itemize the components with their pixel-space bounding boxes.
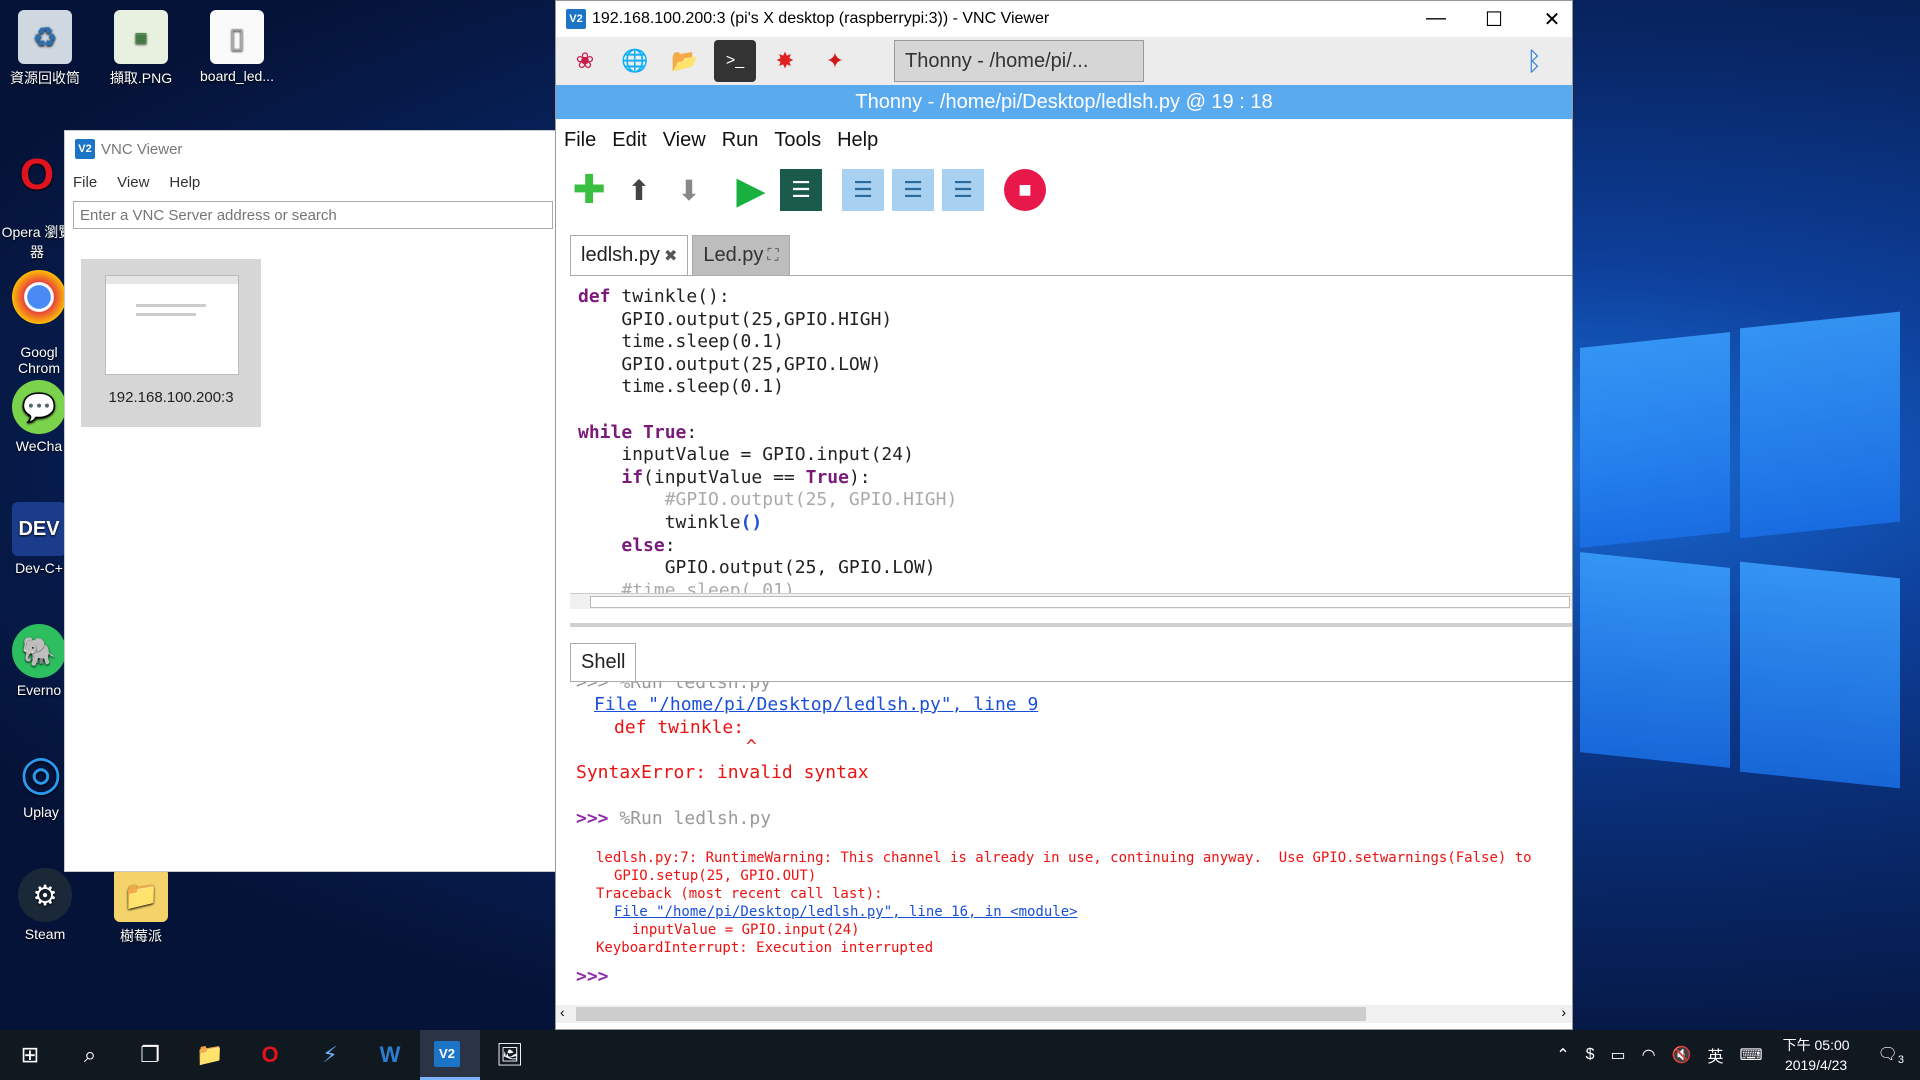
wifi-icon[interactable]: ◠ <box>1642 1045 1656 1065</box>
folder-icon: 📁 <box>114 868 168 922</box>
shell-console[interactable]: >>> %Run ledlsh.py File "/home/pi/Deskto… <box>570 681 1572 991</box>
vnc-viewer-taskbar-icon[interactable]: V2 <box>420 1030 480 1080</box>
wolfram-icon[interactable]: ✦ <box>814 40 856 82</box>
scroll-right-icon[interactable]: › <box>1561 1004 1566 1020</box>
new-file-icon[interactable]: ✚ <box>568 168 610 212</box>
thonny-menu-help[interactable]: Help <box>837 129 878 152</box>
ime-indicator[interactable]: 英 <box>1708 1043 1724 1067</box>
thonny-toolbar: ✚ ⬆ ⬇ ▶ ☰ ☰ ☰ ☰ ■ <box>568 168 1054 212</box>
pane-divider[interactable] <box>570 623 1572 627</box>
debug-icon[interactable]: ☰ <box>780 169 822 211</box>
word-icon[interactable]: W <box>360 1030 420 1080</box>
desktop-icon-board-led[interactable]: ▯ board_led... <box>194 10 280 84</box>
code-text: def twinkle(): GPIO.output(25,GPIO.HIGH)… <box>578 286 958 601</box>
tab-shell[interactable]: Shell <box>570 643 637 681</box>
network-app-icon[interactable]: ⚡ <box>300 1030 360 1080</box>
thonny-titlebar[interactable]: Thonny - /home/pi/Desktop/ledlsh.py @ 19… <box>556 85 1572 119</box>
file-manager-icon[interactable]: 📂 <box>664 40 706 82</box>
connection-thumbnail <box>105 275 239 375</box>
search-icon[interactable]: ⌕ <box>60 1030 120 1080</box>
raspberry-pi-taskbar: ❀ 🌐 📂 >_ ✸ ✦ Thonny - /home/pi/... ᛒ <box>556 37 1572 85</box>
tab-led-py[interactable]: Led.py ⛶ <box>692 235 790 275</box>
code-editor[interactable]: def twinkle(): GPIO.output(25,GPIO.HIGH)… <box>570 275 1572 609</box>
editor-tabs: ledlsh.py ✖ Led.py ⛶ <box>570 235 794 275</box>
vnc-logo-icon: V2 <box>75 139 95 159</box>
run-icon[interactable]: ▶ <box>730 169 772 212</box>
vnc-logo-icon: V2 <box>566 9 586 29</box>
desktop-icon-steam[interactable]: ⚙ Steam <box>2 868 88 942</box>
web-browser-icon[interactable]: 🌐 <box>614 40 656 82</box>
save-file-icon[interactable]: ⬇ <box>668 169 710 211</box>
file-explorer-icon[interactable]: 📁 <box>180 1030 240 1080</box>
close-button[interactable]: ✕ <box>1532 7 1572 32</box>
tab-ledlsh-py[interactable]: ledlsh.py ✖ <box>570 235 689 275</box>
desktop-icon-recycle-bin[interactable]: ♻ 資源回收筒 <box>2 10 88 88</box>
thonny-menu-file[interactable]: File <box>564 129 596 152</box>
menu-help[interactable]: Help <box>169 174 200 191</box>
thonny-menu-run[interactable]: Run <box>722 129 759 152</box>
step-out-icon[interactable]: ☰ <box>942 169 984 211</box>
menu-view[interactable]: View <box>117 174 149 191</box>
desktop-icon-raspberry-folder[interactable]: 📁 樹莓派 <box>98 868 184 946</box>
vnc-viewer-session-window[interactable]: V2 192.168.100.200:3 (pi's X desktop (ra… <box>555 0 1573 1030</box>
traceback-link[interactable]: File "/home/pi/Desktop/ledlsh.py", line … <box>594 694 1038 715</box>
terminal-icon[interactable]: >_ <box>714 40 756 82</box>
close-tab-icon[interactable]: ✖ <box>664 246 677 266</box>
shell-prompt[interactable]: >>> <box>576 966 609 987</box>
thonny-menu-tools[interactable]: Tools <box>774 129 821 152</box>
image-file-icon: ▦ <box>114 10 168 64</box>
chrome-icon <box>12 270 66 324</box>
pi-task-thonny[interactable]: Thonny - /home/pi/... <box>894 40 1144 82</box>
minimize-button[interactable]: — <box>1416 7 1456 30</box>
thonny-menu-bar: File Edit View Run Tools Help <box>564 125 894 155</box>
opera-icon: O <box>19 150 55 199</box>
battery-icon[interactable]: ▭ <box>1611 1045 1626 1065</box>
vnc-viewer-address-book-window[interactable]: V2 VNC Viewer File View Help 192.168.100… <box>64 130 556 872</box>
desktop-icon-screenshot-png[interactable]: ▦ 擷取.PNG <box>98 10 184 88</box>
window-titlebar[interactable]: V2 VNC Viewer <box>65 131 555 167</box>
steam-icon: ⚙ <box>18 868 72 922</box>
connection-label: 192.168.100.200:3 <box>108 389 234 406</box>
raspberry-menu-icon[interactable]: ❀ <box>564 40 606 82</box>
thonny-menu-edit[interactable]: Edit <box>612 129 646 152</box>
opera-icon[interactable]: O <box>240 1030 300 1080</box>
file-icon: ▯ <box>210 10 264 64</box>
close-tab-icon[interactable]: ⛶ <box>767 247 778 265</box>
connection-card[interactable]: 192.168.100.200:3 <box>81 259 261 427</box>
scrollbar-thumb[interactable] <box>576 1007 1366 1021</box>
math-kernel-icon[interactable]: ✸ <box>764 40 806 82</box>
step-over-icon[interactable]: ☰ <box>842 169 884 211</box>
volume-muted-icon[interactable]: 🔇 <box>1672 1045 1692 1065</box>
editor-horizontal-scrollbar[interactable] <box>570 593 1572 609</box>
scrollbar-thumb[interactable] <box>590 596 1570 608</box>
step-into-icon[interactable]: ☰ <box>892 169 934 211</box>
menu-bar: File View Help <box>65 167 555 197</box>
menu-file[interactable]: File <box>73 174 97 191</box>
dollar-app-icon[interactable]: $ <box>1586 1046 1595 1064</box>
notification-center-icon[interactable]: 🗨3 <box>1878 1044 1904 1066</box>
uplay-icon: ◎ <box>20 747 62 800</box>
stop-icon[interactable]: ■ <box>1004 169 1046 211</box>
ime-mode-icon[interactable]: ⌨ <box>1740 1045 1763 1065</box>
windows-taskbar: ⊞ ⌕ ❐ 📁 O ⚡ W V2 🖼 ⌃ $ ▭ ◠ 🔇 英 ⌨ 下午 05:0… <box>0 1030 1920 1080</box>
clock[interactable]: 下午 05:00 2019/4/23 <box>1783 1035 1850 1075</box>
system-tray: ⌃ $ ▭ ◠ 🔇 英 ⌨ 下午 05:00 2019/4/23 🗨3 <box>1548 1030 1920 1080</box>
window-horizontal-scrollbar[interactable]: ‹ › <box>556 1004 1572 1023</box>
task-view-icon[interactable]: ❐ <box>120 1030 180 1080</box>
maximize-button[interactable]: ☐ <box>1474 7 1514 32</box>
vnc-address-search-input[interactable] <box>73 201 553 229</box>
traceback-link[interactable]: File "/home/pi/Desktop/ledlsh.py", line … <box>614 904 1078 920</box>
scroll-left-icon[interactable]: ‹ <box>560 1004 565 1020</box>
windows-logo-graphic <box>1540 311 1900 790</box>
bluetooth-icon[interactable]: ᛒ <box>1526 46 1542 77</box>
photos-icon[interactable]: 🖼 <box>480 1030 540 1080</box>
thonny-menu-view[interactable]: View <box>663 129 706 152</box>
devcpp-icon: DEV <box>12 502 66 556</box>
chevron-up-icon[interactable]: ⌃ <box>1556 1045 1569 1065</box>
open-file-icon[interactable]: ⬆ <box>618 169 660 211</box>
recycle-bin-icon: ♻ <box>18 10 72 64</box>
start-button-icon[interactable]: ⊞ <box>0 1030 60 1080</box>
evernote-icon: 🐘 <box>12 624 66 678</box>
wechat-icon: 💬 <box>12 380 66 434</box>
